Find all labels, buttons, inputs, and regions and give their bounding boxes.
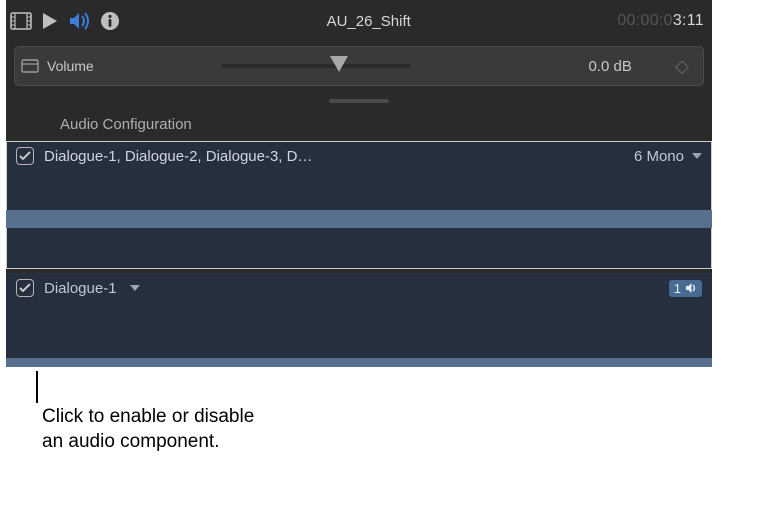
info-tab-icon[interactable] (100, 11, 120, 31)
volume-slider[interactable] (221, 64, 411, 68)
color-tab-icon[interactable] (40, 11, 60, 31)
waveform[interactable] (6, 301, 712, 367)
timecode-prefix: 00:00:0 (617, 12, 672, 29)
header-tab-icons (10, 11, 120, 31)
channel-number: 1 (674, 281, 681, 296)
channel-badge[interactable]: 1 (669, 280, 702, 297)
waveform[interactable] (6, 169, 712, 269)
timecode-display: 00:00:03:11 (617, 12, 704, 30)
volume-slider-wrap (221, 64, 545, 68)
speaker-icon (685, 283, 697, 293)
audio-tab-icon[interactable] (68, 11, 92, 31)
callout-leader-line (36, 371, 38, 403)
inspector-header: AU_26_Shift 00:00:03:11 (6, 0, 712, 42)
callout-text: Click to enable or disable an audio comp… (42, 405, 254, 454)
component-header: Dialogue-1 1 (6, 273, 712, 301)
volume-parameter-dropdown[interactable]: Volume (21, 58, 221, 74)
component-channels-dropdown[interactable]: 6 Mono (634, 148, 702, 165)
component-label: Dialogue-1, Dialogue-2, Dialogue-3, D… (44, 148, 312, 165)
inspector-resize-handle[interactable] (6, 94, 712, 108)
clip-title: AU_26_Shift (120, 13, 617, 30)
callout: Click to enable or disable an audio comp… (6, 371, 712, 471)
channels-label: 6 Mono (634, 148, 684, 165)
pane-icon (21, 59, 39, 73)
inspector-panel: AU_26_Shift 00:00:03:11 Volume 0.0 dB ◇ … (6, 0, 712, 367)
volume-row: Volume 0.0 dB ◇ (14, 46, 704, 86)
volume-label: Volume (47, 58, 94, 74)
chevron-down-icon (692, 153, 702, 159)
audio-component-row[interactable]: Dialogue-1, Dialogue-2, Dialogue-3, D… 6… (6, 141, 712, 269)
audio-component-row[interactable]: Dialogue-1 1 (6, 273, 712, 367)
callout-line-2: an audio component. (42, 431, 219, 452)
component-enable-checkbox[interactable] (16, 147, 34, 165)
callout-line-1: Click to enable or disable (42, 406, 254, 427)
component-header: Dialogue-1, Dialogue-2, Dialogue-3, D… 6… (6, 141, 712, 169)
volume-value[interactable]: 0.0 dB (545, 58, 675, 75)
keyframe-diamond-icon[interactable]: ◇ (675, 56, 695, 77)
volume-slider-knob[interactable] (330, 56, 348, 72)
section-title: Audio Configuration (6, 108, 712, 141)
chevron-down-icon[interactable] (130, 285, 140, 291)
component-enable-checkbox[interactable] (16, 279, 34, 297)
component-label: Dialogue-1 (44, 280, 117, 297)
video-tab-icon[interactable] (10, 12, 32, 30)
timecode-current: 3:11 (673, 12, 704, 29)
